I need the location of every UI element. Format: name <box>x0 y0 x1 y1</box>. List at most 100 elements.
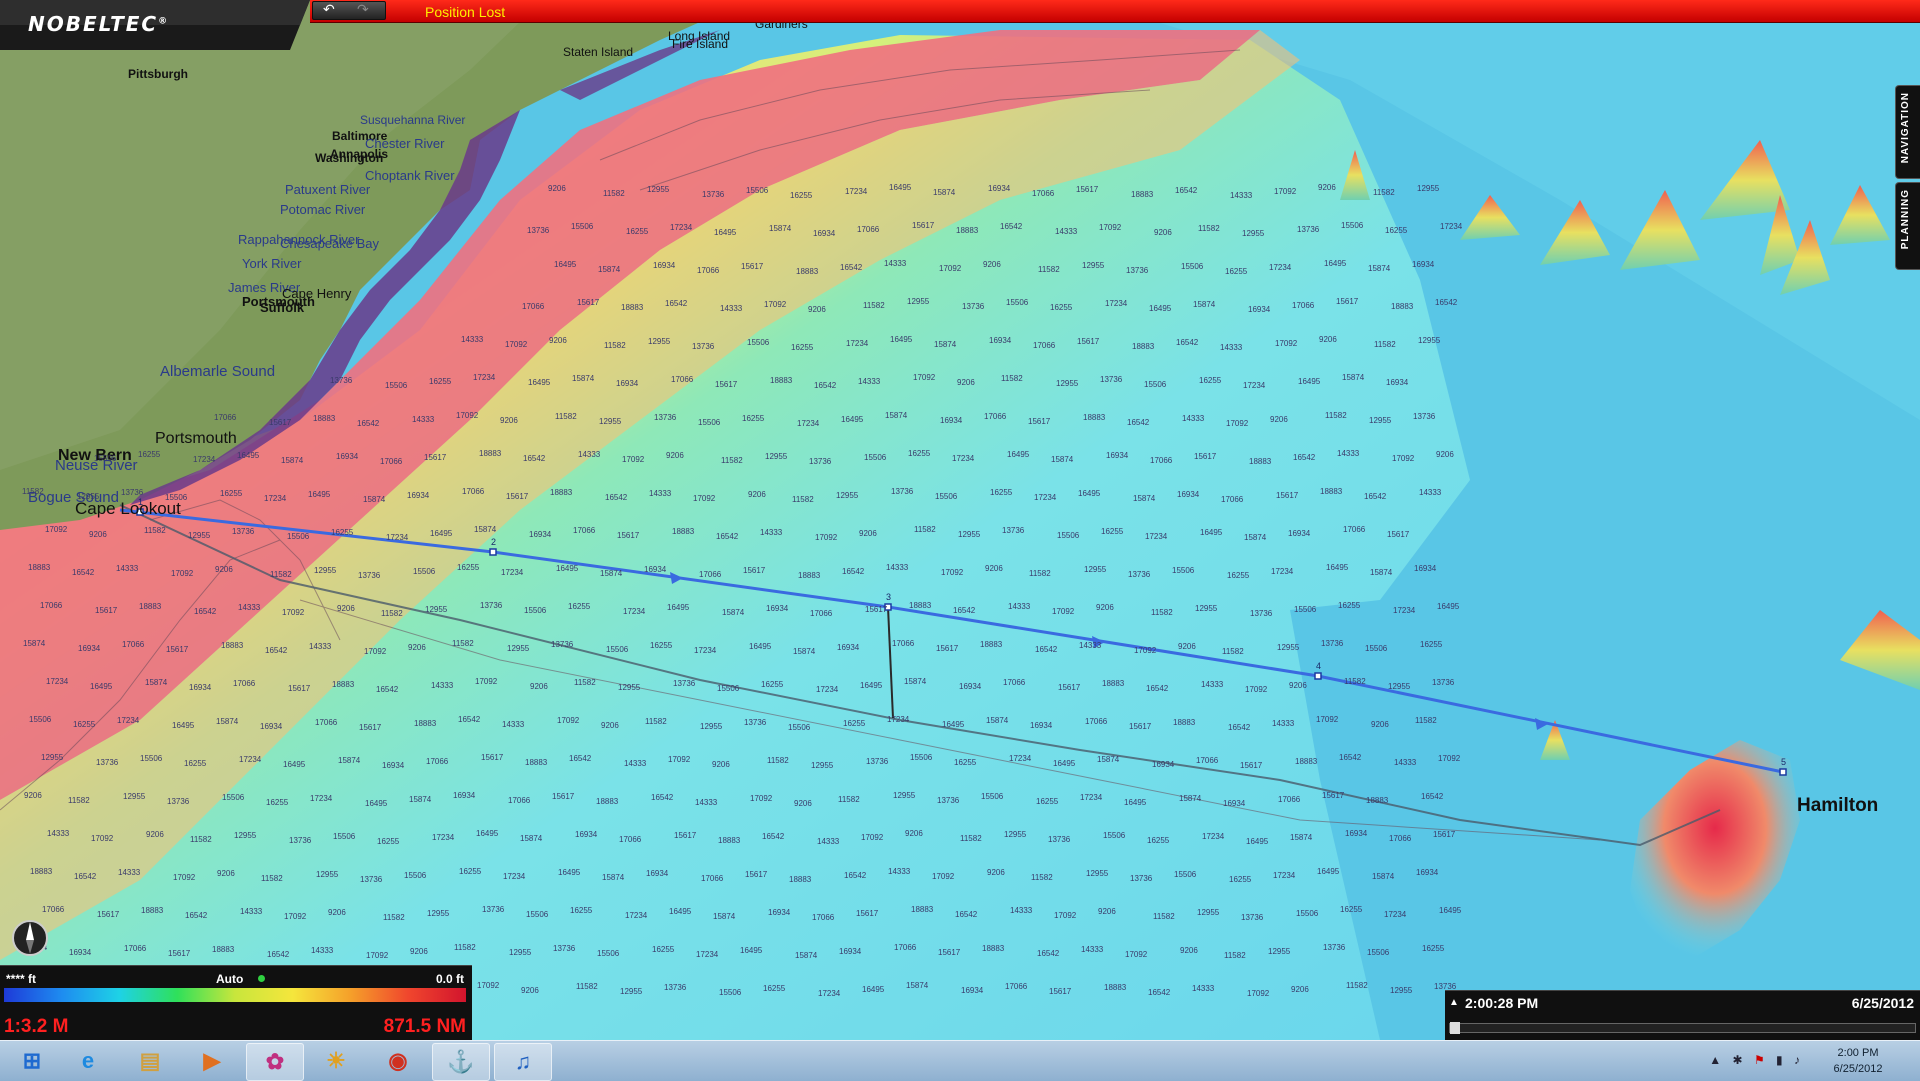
depth-sounding: 13736 <box>553 944 576 953</box>
depth-sounding: 9206 <box>712 760 730 769</box>
depth-sounding: 13736 <box>866 757 889 766</box>
depth-sounding: 15617 <box>715 380 738 389</box>
depth-sounding: 11582 <box>838 795 860 804</box>
route-waypoint-marker[interactable] <box>1779 768 1787 776</box>
taskbar-button[interactable]: ▤ <box>122 1043 178 1079</box>
action-center-icon[interactable]: ⚑ <box>1754 1053 1765 1067</box>
volume-icon[interactable]: ♪ <box>1794 1053 1800 1067</box>
depth-sounding: 15506 <box>864 453 887 462</box>
depth-sounding: 18883 <box>718 836 741 845</box>
depth-sounding: 18883 <box>909 601 932 610</box>
depth-sounding: 16495 <box>1326 563 1349 572</box>
depth-sounding: 14333 <box>1081 945 1104 954</box>
depth-sounding: 17066 <box>1278 795 1301 804</box>
depth-sounding: 11582 <box>1344 677 1366 686</box>
depth-sounding: 16495 <box>1007 450 1030 459</box>
depth-sounding: 13736 <box>480 601 503 610</box>
depth-sounding: 13736 <box>360 875 383 884</box>
depth-sounding: 14333 <box>309 642 332 651</box>
tab-planning[interactable]: PLANNING <box>1895 182 1920 270</box>
depth-sounding: 16255 <box>650 641 673 650</box>
tab-navigation-label: NAVIGATION <box>1900 92 1911 164</box>
undo-icon[interactable]: ↶ <box>323 1 335 18</box>
depth-sounding: 18883 <box>911 905 934 914</box>
depth-sounding: 16542 <box>651 793 674 802</box>
depth-sounding: 18883 <box>956 226 979 235</box>
tray-show-hidden-icon[interactable]: ▲ <box>1709 1053 1721 1067</box>
place-label: Suffolk <box>260 300 305 315</box>
depth-sounding: 11582 <box>645 717 667 726</box>
depth-sounding: 17092 <box>475 677 498 686</box>
route-waypoint-marker[interactable] <box>489 548 497 556</box>
depth-sounding: 15617 <box>269 418 292 427</box>
taskbar-button[interactable]: ♫ <box>494 1043 552 1081</box>
depth-sounding: 16495 <box>667 603 690 612</box>
compass-icon[interactable] <box>10 918 50 958</box>
depth-sounding: 13736 <box>664 983 687 992</box>
depth-sounding: 15617 <box>936 644 959 653</box>
depth-sounding: 17234 <box>670 223 693 232</box>
depth-sounding: 13736 <box>1321 639 1344 648</box>
depth-sounding: 16542 <box>569 754 592 763</box>
depth-sounding: 15617 <box>97 910 120 919</box>
taskbar-button[interactable]: ⚓ <box>432 1043 490 1081</box>
taskbar-button[interactable]: ⊞ <box>4 1043 60 1079</box>
time-slider[interactable] <box>1449 1022 1916 1034</box>
time-slider-thumb[interactable] <box>1450 1022 1460 1034</box>
depth-sounding: 13736 <box>1048 835 1071 844</box>
taskbar-button[interactable]: ✿ <box>246 1043 304 1081</box>
depth-sounding: 17066 <box>1150 456 1173 465</box>
depth-sounding: 9206 <box>328 908 346 917</box>
depth-sounding: 17234 <box>501 568 524 577</box>
depth-sounding: 16495 <box>1298 377 1321 386</box>
depth-color-bar[interactable] <box>4 988 466 1002</box>
depth-sounding: 15874 <box>572 374 595 383</box>
depth-sounding: 18883 <box>1131 190 1154 199</box>
itunes-icon: ♫ <box>514 1049 532 1074</box>
tab-navigation[interactable]: NAVIGATION <box>1895 85 1920 179</box>
depth-sounding: 16934 <box>837 643 860 652</box>
bluetooth-icon[interactable]: ✱ <box>1733 1053 1743 1067</box>
depth-sounding: 15506 <box>1057 531 1080 540</box>
depth-sounding: 15874 <box>795 951 818 960</box>
taskbar-button[interactable]: ▶ <box>184 1043 240 1079</box>
depth-mode-label[interactable]: Auto <box>216 972 243 986</box>
chart-map[interactable]: 12345 PittsburghGardinersLong IslandFire… <box>0 0 1920 1040</box>
depth-sounding: 16255 <box>1338 601 1361 610</box>
depth-sounding: 18883 <box>1083 413 1106 422</box>
place-label: Staten Island <box>563 45 633 59</box>
depth-sounding: 9206 <box>146 830 164 839</box>
depth-sounding: 14333 <box>311 946 334 955</box>
place-label: Portsmouth <box>155 430 237 447</box>
depth-sounding: 16542 <box>194 607 217 616</box>
depth-sounding: 15617 <box>1076 185 1099 194</box>
system-clock[interactable]: 2:00 PM 6/25/2012 <box>1818 1045 1898 1077</box>
depth-sounding: 17092 <box>1245 685 1268 694</box>
depth-sounding: 16934 <box>989 336 1012 345</box>
depth-sounding: 16255 <box>73 720 96 729</box>
depth-sounding: 16934 <box>529 530 552 539</box>
place-label: Washington <box>315 151 383 165</box>
depth-sounding: 15506 <box>94 454 117 463</box>
internet-explorer-icon: e <box>81 1048 95 1073</box>
taskbar-button[interactable]: ☀ <box>308 1043 364 1079</box>
taskbar-button[interactable]: e <box>60 1043 116 1079</box>
depth-sounding: 18883 <box>141 906 164 915</box>
depth-sounding: 18883 <box>621 303 644 312</box>
depth-sounding: 9206 <box>530 682 548 691</box>
depth-max-label: 0.0 ft <box>435 972 464 986</box>
route-waypoint-marker[interactable] <box>1314 672 1322 680</box>
depth-sounding: 14333 <box>886 563 909 572</box>
depth-sounding: 13736 <box>358 571 381 580</box>
depth-sounding: 15506 <box>910 753 933 762</box>
depth-sounding: 13736 <box>1432 678 1455 687</box>
depth-sounding: 16542 <box>844 871 867 880</box>
depth-sounding: 17234 <box>1269 263 1292 272</box>
depth-sounding: 15874 <box>1097 755 1120 764</box>
depth-sounding: 9206 <box>89 530 107 539</box>
depth-sounding: 15874 <box>1372 872 1395 881</box>
depth-sounding: 11582 <box>576 982 598 991</box>
network-icon[interactable]: ▮ <box>1776 1053 1783 1067</box>
redo-icon[interactable]: ↷ <box>357 1 369 18</box>
taskbar-button[interactable]: ◉ <box>370 1043 426 1079</box>
